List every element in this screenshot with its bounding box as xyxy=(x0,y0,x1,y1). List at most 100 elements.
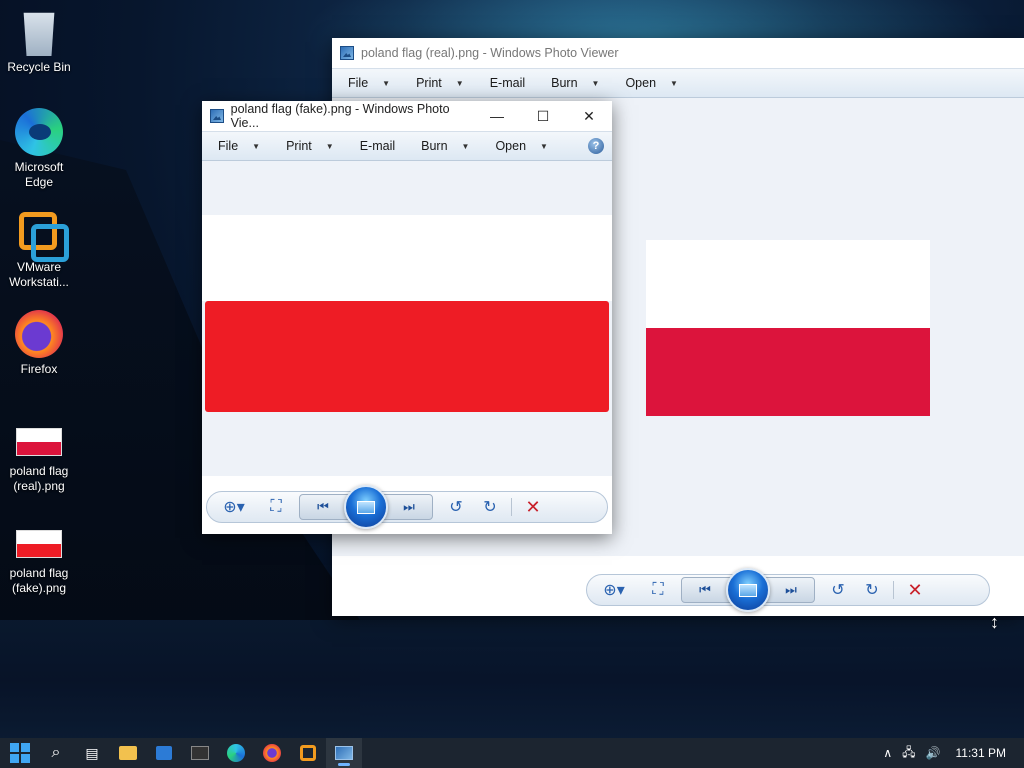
desktop-icon-vmware[interactable]: VMware Workstati... xyxy=(4,208,74,290)
desktop-water xyxy=(0,620,1024,740)
close-button[interactable]: ✕ xyxy=(566,101,612,131)
minimize-button[interactable]: — xyxy=(474,101,520,131)
viewer-control-bar: ⊕▾ ⛶ ⏮ ⏭ ↺ ↻ ✕ xyxy=(586,568,990,612)
next-button[interactable]: ⏭ xyxy=(386,493,432,521)
separator xyxy=(511,498,512,516)
search-icon: ⌕ xyxy=(51,744,61,761)
edge-taskbar-button[interactable] xyxy=(218,738,254,768)
maximize-button[interactable]: ☐ xyxy=(520,101,566,131)
desktop-icon-recycle-bin[interactable]: Recycle Bin xyxy=(4,8,74,75)
chevron-down-icon: ▼ xyxy=(252,141,261,151)
previous-button[interactable]: ⏮ xyxy=(300,493,346,521)
image-file-icon xyxy=(16,428,62,456)
rotate-clockwise-button[interactable]: ↻ xyxy=(473,493,507,521)
menu-burn[interactable]: Burn ▼ xyxy=(415,139,475,153)
photo-viewer-icon xyxy=(340,46,354,60)
start-button[interactable] xyxy=(2,738,38,768)
terminal-icon xyxy=(191,746,209,760)
window-title: poland flag (fake).png - Windows Photo V… xyxy=(230,102,450,130)
chevron-down-icon: ▼ xyxy=(461,141,470,151)
previous-button[interactable]: ⏮ xyxy=(682,576,728,604)
menu-open[interactable]: Open ▼ xyxy=(489,139,554,153)
firefox-icon xyxy=(15,310,63,358)
menu-file[interactable]: File ▼ xyxy=(212,139,266,153)
image-view-area[interactable] xyxy=(202,161,612,476)
menu-file[interactable]: File ▼ xyxy=(342,76,396,90)
chevron-down-icon: ▼ xyxy=(455,78,464,88)
desktop-icon-firefox[interactable]: Firefox xyxy=(4,310,74,377)
delete-button[interactable]: ✕ xyxy=(898,576,932,604)
window-title: poland flag (real).png - Windows Photo V… xyxy=(361,46,619,60)
rotate-counterclockwise-button[interactable]: ↺ xyxy=(439,493,473,521)
separator xyxy=(893,581,894,599)
desktop-icon-label: poland flag (real).png xyxy=(9,464,69,493)
network-icon[interactable]: 🖧 xyxy=(902,743,915,764)
desktop-icon-label: Microsoft Edge xyxy=(14,160,64,189)
help-icon[interactable]: ? xyxy=(588,138,604,154)
fit-window-button[interactable]: ⛶ xyxy=(641,576,675,604)
chevron-down-icon: ▼ xyxy=(591,78,600,88)
vmware-icon xyxy=(15,208,69,262)
task-view-button[interactable]: ▤ xyxy=(74,738,110,768)
store-button[interactable] xyxy=(146,738,182,768)
desktop-icon-poland-fake[interactable]: poland flag (fake).png xyxy=(4,520,74,596)
viewer-control-bar: ⊕▾ ⛶ ⏮ ⏭ ↺ ↻ ✕ xyxy=(206,485,608,529)
clock[interactable]: 11:31 PM xyxy=(956,746,1006,760)
folder-icon xyxy=(119,746,137,760)
photo-viewer-icon xyxy=(210,109,224,123)
edge-icon xyxy=(227,744,245,762)
menu-burn[interactable]: Burn ▼ xyxy=(545,76,605,90)
menu-print[interactable]: Print ▼ xyxy=(410,76,470,90)
tray-chevron-icon[interactable]: ∧ xyxy=(883,746,892,760)
chevron-down-icon: ▼ xyxy=(670,78,678,88)
windows-logo-icon xyxy=(10,743,30,763)
desktop-icon-label: VMware Workstati... xyxy=(9,260,69,289)
file-explorer-button[interactable] xyxy=(110,738,146,768)
task-view-icon: ▤ xyxy=(85,744,99,761)
desktop-icon-label: poland flag (fake).png xyxy=(9,566,69,595)
edge-icon xyxy=(15,108,63,156)
slideshow-icon xyxy=(357,500,375,514)
desktop-icon-label: Recycle Bin xyxy=(7,60,71,74)
resize-cursor-icon: ↕ xyxy=(990,612,999,632)
firefox-taskbar-button[interactable] xyxy=(254,738,290,768)
zoom-button[interactable]: ⊕▾ xyxy=(597,576,631,604)
next-button[interactable]: ⏭ xyxy=(768,576,814,604)
system-tray: ∧ 🖧 🔊 11:31 PM xyxy=(878,743,1024,764)
window-titlebar[interactable]: poland flag (real).png - Windows Photo V… xyxy=(332,38,1024,68)
photo-viewer-fake-window[interactable]: poland flag (fake).png - Windows Photo V… xyxy=(202,101,612,534)
recycle-bin-icon xyxy=(23,12,55,56)
fit-window-button[interactable]: ⛶ xyxy=(259,493,293,521)
desktop-icon-poland-real[interactable]: poland flag (real).png xyxy=(4,418,74,494)
chevron-down-icon: ▼ xyxy=(382,78,391,88)
terminal-button[interactable] xyxy=(182,738,218,768)
menu-bar: File ▼ Print ▼ E-mail Burn ▼ Open ▼ ? xyxy=(202,131,612,161)
poland-flag-real-image xyxy=(646,240,930,416)
slideshow-button[interactable] xyxy=(344,485,388,529)
image-file-icon xyxy=(16,530,62,558)
zoom-button[interactable]: ⊕▾ xyxy=(217,493,251,521)
volume-icon[interactable]: 🔊 xyxy=(926,746,941,760)
navigation-group: ⏮ ⏭ xyxy=(681,568,815,612)
desktop-icon-edge[interactable]: Microsoft Edge xyxy=(4,108,74,190)
slideshow-icon xyxy=(739,583,757,597)
chevron-down-icon: ▼ xyxy=(540,141,548,151)
menu-bar: File ▼ Print ▼ E-mail Burn ▼ Open ▼ xyxy=(332,68,1024,98)
delete-button[interactable]: ✕ xyxy=(516,493,550,521)
menu-open[interactable]: Open ▼ xyxy=(619,76,684,90)
poland-flag-fake-image xyxy=(202,215,612,421)
search-button[interactable]: ⌕ xyxy=(38,738,74,768)
photo-viewer-taskbar-button[interactable] xyxy=(326,738,362,768)
rotate-counterclockwise-button[interactable]: ↺ xyxy=(821,576,855,604)
menu-print[interactable]: Print ▼ xyxy=(280,139,340,153)
navigation-group: ⏮ ⏭ xyxy=(299,485,433,529)
window-controls: — ☐ ✕ xyxy=(474,101,612,131)
menu-email[interactable]: E-mail xyxy=(354,139,401,153)
slideshow-button[interactable] xyxy=(726,568,770,612)
window-titlebar[interactable]: poland flag (fake).png - Windows Photo V… xyxy=(202,101,612,131)
desktop-icon-label: Firefox xyxy=(20,362,58,376)
rotate-clockwise-button[interactable]: ↻ xyxy=(855,576,889,604)
menu-email[interactable]: E-mail xyxy=(484,76,531,90)
vmware-taskbar-button[interactable] xyxy=(290,738,326,768)
taskbar: ⌕ ▤ ∧ 🖧 🔊 11:31 PM xyxy=(0,738,1024,768)
